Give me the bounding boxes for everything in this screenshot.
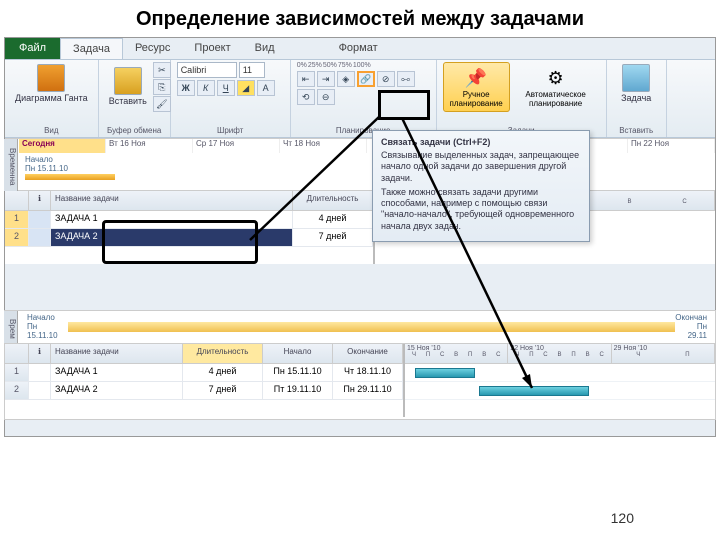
table-row[interactable]: 1 ЗАДАЧА 1 4 дней Пн 15.11.10 Чт 18.11.1… bbox=[5, 364, 403, 382]
tab-file[interactable]: Файл bbox=[5, 38, 60, 59]
link-button-highlight bbox=[378, 90, 430, 120]
manual-schedule-button[interactable]: 📌 Ручное планирование bbox=[443, 62, 510, 112]
fill-color-button[interactable]: ◢ bbox=[237, 80, 255, 96]
timeline-bar-2[interactable] bbox=[68, 322, 676, 332]
group-clipboard-label: Буфер обмена bbox=[105, 125, 164, 135]
insert-task-button[interactable]: Задача bbox=[613, 62, 660, 106]
tooltip-body: Связывание выделенных задач, запрещающее… bbox=[381, 150, 581, 184]
group-view-label: Вид bbox=[11, 125, 92, 135]
auto-icon: ⚙ bbox=[542, 65, 570, 91]
col-start[interactable]: Начало bbox=[263, 344, 333, 363]
cut-button[interactable]: ✂ bbox=[153, 62, 171, 78]
group-view: Диаграмма Ганта Вид bbox=[5, 60, 99, 137]
col-duration[interactable]: Длительность bbox=[293, 191, 373, 210]
timeline-day: Чт 18 Ноя bbox=[280, 139, 367, 153]
track-button[interactable]: ◈ bbox=[337, 71, 355, 87]
ribbon-tabs: Файл Задача Ресурс Проект Вид Формат bbox=[5, 38, 715, 60]
underline-button[interactable]: Ч bbox=[217, 80, 235, 96]
tab-format[interactable]: Формат bbox=[327, 38, 390, 59]
timeline-day: Вт 16 Ноя bbox=[106, 139, 193, 153]
paste-button[interactable]: Вставить bbox=[105, 65, 151, 109]
col-duration[interactable]: Длительность bbox=[183, 344, 263, 363]
gantt-row bbox=[405, 382, 715, 400]
auto-schedule-button[interactable]: ⚙ Автоматическое планирование bbox=[512, 63, 600, 111]
grid-header-2: ℹ Название задачи Длительность Начало Ок… bbox=[5, 344, 403, 364]
timeline-header: Сегодня Вт 16 Ноя Ср 17 Ноя Чт 18 Ноя Но… bbox=[19, 139, 715, 153]
tab-task[interactable]: Задача bbox=[60, 38, 123, 59]
timeline-start-date: Пн 15.11.10 bbox=[25, 164, 709, 173]
gantt-row bbox=[405, 364, 715, 382]
page-number: 120 bbox=[611, 510, 634, 526]
table-row[interactable]: 2 ЗАДАЧА 2 7 дней Пт 19.11.10 Пн 29.11.1… bbox=[5, 382, 403, 400]
info-icon: ℹ bbox=[29, 191, 51, 210]
group-insert-label: Вставить bbox=[613, 125, 660, 135]
tab-resource[interactable]: Ресурс bbox=[123, 38, 182, 59]
timeline-vtab-2[interactable]: Врем bbox=[4, 311, 18, 343]
copy-button[interactable]: ⎘ bbox=[153, 79, 171, 95]
duration-cell[interactable]: 7 дней bbox=[293, 229, 373, 246]
link-tasks-tooltip: Связать задачи (Ctrl+F2) Связывание выде… bbox=[372, 130, 590, 242]
gantt-bar-task2[interactable] bbox=[479, 386, 589, 396]
end-date-2: Пн 29.11 bbox=[675, 322, 707, 340]
inactive-button[interactable]: ⊖ bbox=[317, 89, 335, 105]
task-icon bbox=[622, 64, 650, 92]
tab-project[interactable]: Проект bbox=[182, 38, 242, 59]
row-id: 1 bbox=[5, 211, 29, 228]
row-id: 2 bbox=[5, 229, 29, 246]
gantt-header-2: 15 Ноя '10ЧПСВПВС 22 Ноя '10ЧПСВПВС 29 Н… bbox=[405, 344, 715, 364]
ribbon: Диаграмма Ганта Вид Вставить ✂ ⎘ 🖌 Буфер… bbox=[5, 60, 715, 138]
grid-header: ℹ Название задачи Длительность bbox=[5, 191, 373, 211]
pin-icon: 📌 bbox=[462, 65, 490, 91]
col-end[interactable]: Окончание bbox=[333, 344, 403, 363]
timeline-day: Пн 22 Ноя bbox=[628, 139, 715, 153]
split-button[interactable]: ⧟ bbox=[397, 71, 415, 87]
timeline-panel: Временна Сегодня Вт 16 Ноя Ср 17 Ноя Чт … bbox=[5, 138, 715, 190]
group-font: Calibri 11 Ж К Ч ◢ A Шрифт bbox=[171, 60, 291, 137]
bold-button[interactable]: Ж bbox=[177, 80, 195, 96]
end-label-2: Окончан bbox=[675, 313, 707, 322]
page-title: Определение зависимостей между задачами bbox=[0, 0, 720, 37]
gantt-icon bbox=[37, 64, 65, 92]
gantt-bar-task1[interactable] bbox=[415, 368, 475, 378]
italic-button[interactable]: К bbox=[197, 80, 215, 96]
font-color-button[interactable]: A bbox=[257, 80, 275, 96]
format-painter-button[interactable]: 🖌 bbox=[153, 96, 171, 112]
outdent-button[interactable]: ⇤ bbox=[297, 71, 315, 87]
group-insert: Задача Вставить bbox=[607, 60, 667, 137]
timeline-day: Ср 17 Ноя bbox=[193, 139, 280, 153]
group-tasks: 📌 Ручное планирование ⚙ Автоматическое п… bbox=[437, 60, 607, 137]
col-name[interactable]: Название задачи bbox=[51, 191, 293, 210]
font-size-combo[interactable]: 11 bbox=[239, 62, 265, 78]
respect-links-button[interactable]: ⟲ bbox=[297, 89, 315, 105]
tooltip-body: Также можно связать задачи другими спосо… bbox=[381, 187, 581, 232]
group-clipboard: Вставить ✂ ⎘ 🖌 Буфер обмена bbox=[99, 60, 171, 137]
unlink-button[interactable]: ⊘ bbox=[377, 71, 395, 87]
lower-screenshot: Врем Начало Пн 15.11.10 Окончан Пн 29.11… bbox=[4, 310, 716, 420]
start-date-2: Пн 15.11.10 bbox=[27, 322, 68, 340]
timeline-bar[interactable] bbox=[25, 174, 115, 180]
timeline-start-label: Начало bbox=[25, 155, 709, 164]
start-label-2: Начало bbox=[27, 313, 68, 322]
tooltip-title: Связать задачи (Ctrl+F2) bbox=[381, 137, 581, 147]
duration-cell[interactable]: 4 дней bbox=[293, 211, 373, 228]
col-name[interactable]: Название задачи bbox=[51, 344, 183, 363]
timeline-today: Сегодня bbox=[19, 139, 106, 153]
paste-icon bbox=[114, 67, 142, 95]
font-name-combo[interactable]: Calibri bbox=[177, 62, 237, 78]
group-font-label: Шрифт bbox=[177, 125, 284, 135]
timeline-vtab[interactable]: Временна bbox=[4, 139, 18, 191]
task-selection-highlight bbox=[102, 220, 258, 264]
link-tasks-button[interactable]: 🔗 bbox=[357, 71, 375, 87]
gantt-chart-button[interactable]: Диаграмма Ганта bbox=[11, 62, 92, 106]
tab-view[interactable]: Вид bbox=[243, 38, 287, 59]
indent-button[interactable]: ⇥ bbox=[317, 71, 335, 87]
